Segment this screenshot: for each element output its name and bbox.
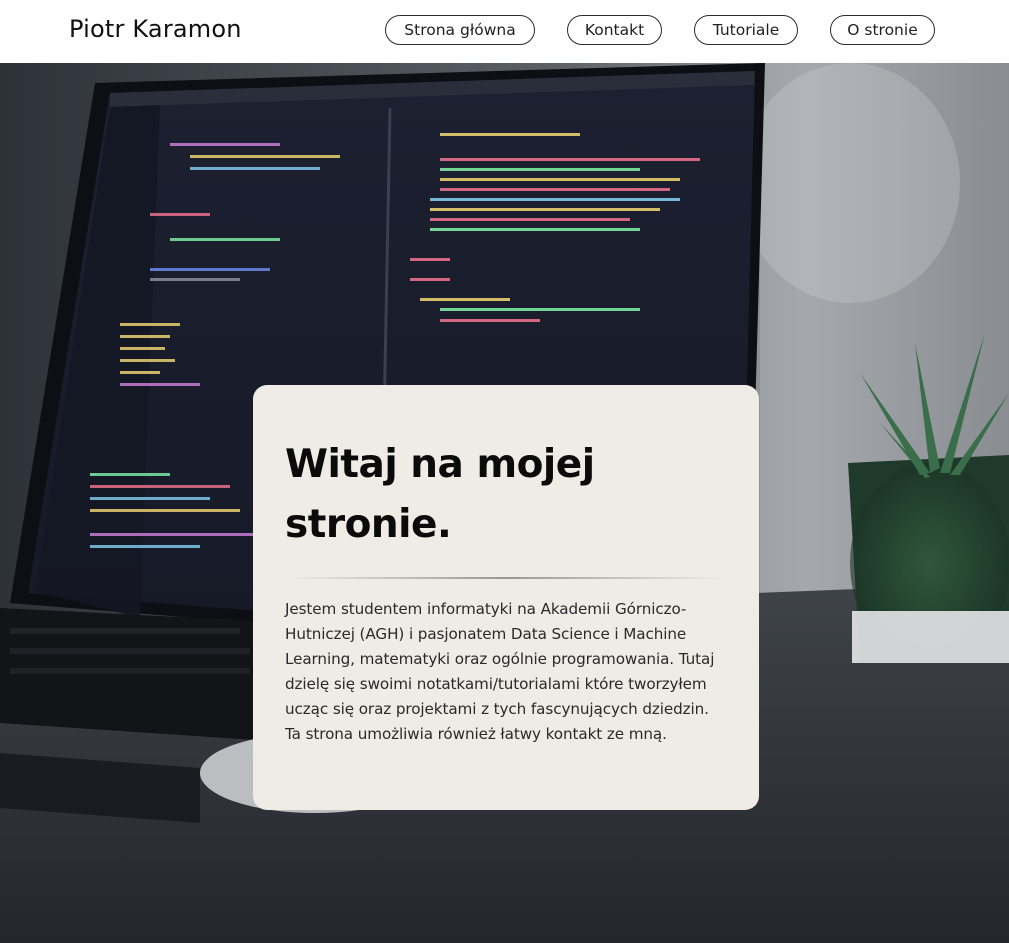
site-header: Piotr Karamon Strona główna Kontakt Tuto… bbox=[0, 0, 1009, 63]
hero-section: Witaj na mojej stronie. Jestem studentem… bbox=[0, 63, 1009, 943]
intro-description: Jestem studentem informatyki na Akademii… bbox=[285, 600, 715, 743]
title-divider bbox=[285, 577, 725, 579]
site-brand[interactable]: Piotr Karamon bbox=[69, 15, 242, 43]
page: Piotr Karamon Strona główna Kontakt Tuto… bbox=[0, 0, 1009, 943]
nav-home-button[interactable]: Strona główna bbox=[385, 15, 535, 45]
intro-card: Witaj na mojej stronie. Jestem studentem… bbox=[253, 385, 759, 810]
nav-contact-button[interactable]: Kontakt bbox=[567, 15, 662, 45]
intro-title: Witaj na mojej stronie. bbox=[285, 442, 595, 547]
nav-tutorials-button[interactable]: Tutoriale bbox=[694, 15, 798, 45]
nav-about-button[interactable]: O stronie bbox=[830, 15, 935, 45]
